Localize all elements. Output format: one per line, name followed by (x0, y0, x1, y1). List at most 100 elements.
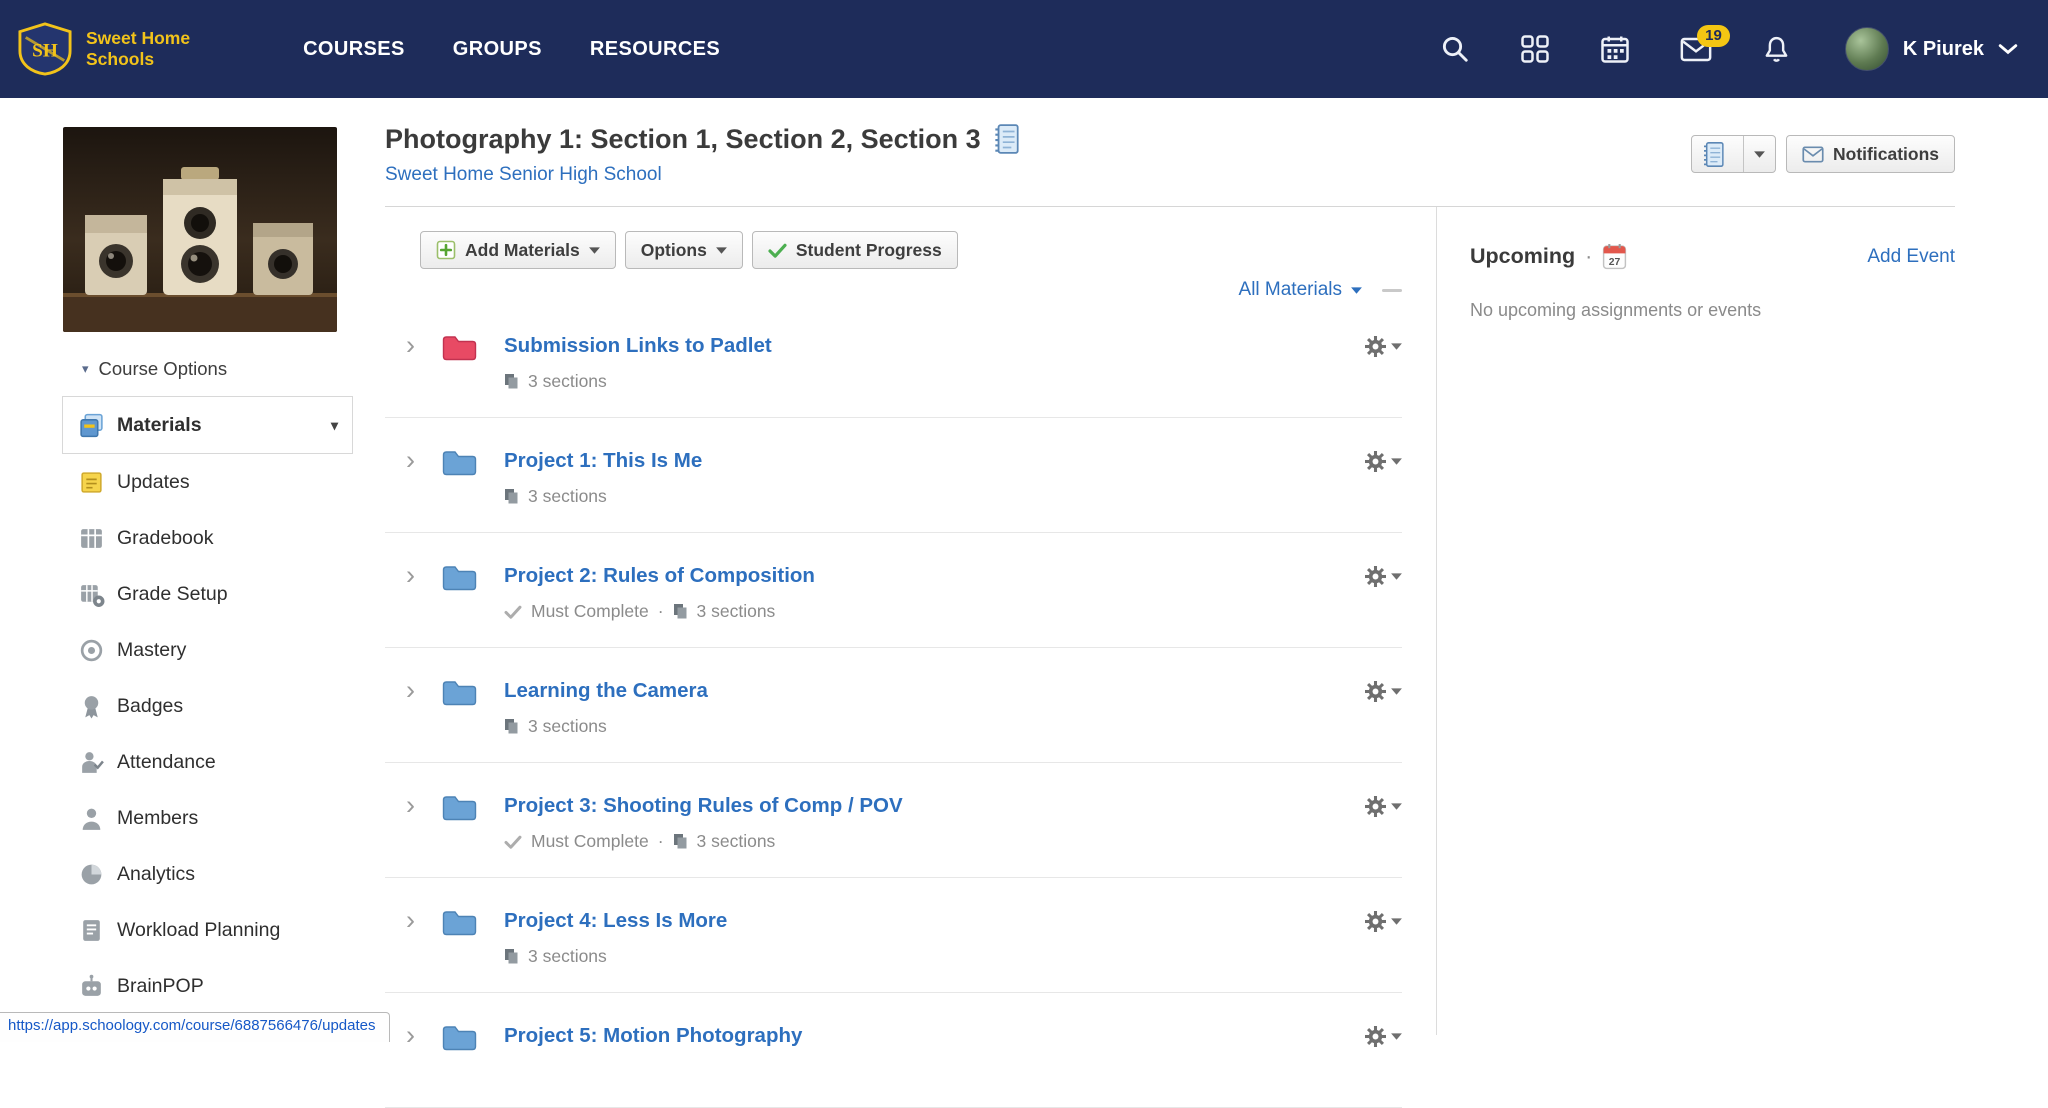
folder-meta: 3 sections (504, 716, 708, 737)
sidebar-item-materials[interactable]: Materials ▾ (62, 396, 353, 454)
sections-icon (504, 718, 519, 735)
sidebar-item-mastery[interactable]: Mastery (0, 622, 353, 678)
nav-courses[interactable]: COURSES (303, 38, 405, 61)
school-logo[interactable]: SH Sweet Home Schools (16, 22, 190, 76)
expand-chevron-icon[interactable]: › (406, 562, 430, 589)
expand-chevron-icon[interactable]: › (406, 1022, 430, 1049)
nav-resources[interactable]: RESOURCES (590, 38, 720, 61)
folder-options-gear-button[interactable] (1365, 911, 1402, 932)
folder-icon[interactable] (441, 793, 478, 823)
expand-chevron-icon[interactable]: › (406, 792, 430, 819)
notebook-icon (1692, 136, 1734, 172)
filter-row: All Materials (385, 277, 1402, 303)
title-separator: · (1585, 244, 1593, 268)
upcoming-empty-message: No upcoming assignments or events (1470, 300, 1762, 320)
folder-options-gear-button[interactable] (1365, 451, 1402, 472)
folder-icon[interactable] (441, 333, 478, 363)
page-head: Photography 1: Section 1, Section 2, Sec… (385, 98, 2048, 186)
sidebar-item-brainpop[interactable]: BrainPOP (0, 958, 353, 1014)
sidebar-item-members[interactable]: Members (0, 790, 353, 846)
sections-count: 3 sections (528, 716, 607, 736)
options-label: Options (640, 239, 707, 260)
messages-count-badge: 19 (1697, 24, 1730, 47)
folder-link[interactable]: Project 5: Motion Photography (504, 1023, 802, 1049)
badges-icon (78, 693, 105, 720)
folder-icon[interactable] (441, 563, 478, 593)
sidebar-item-attendance[interactable]: Attendance (0, 734, 353, 790)
sidebar-item-analytics[interactable]: Analytics (0, 846, 353, 902)
folder-icon[interactable] (441, 678, 478, 708)
folder-icon[interactable] (441, 1023, 478, 1053)
folder-row: › Project 5: Motion Photography (385, 993, 1402, 1108)
messages-icon[interactable]: 19 (1680, 24, 1730, 62)
search-icon[interactable] (1440, 34, 1470, 64)
folder-meta: 3 sections (504, 946, 727, 967)
course-options-button[interactable]: ▾ Course Options (82, 358, 353, 380)
course-notebook-icon[interactable] (993, 123, 1019, 155)
sidebar-item-badges[interactable]: Badges (0, 678, 353, 734)
updates-icon (78, 469, 105, 496)
folder-options-gear-button[interactable] (1365, 1026, 1402, 1047)
folder-meta: Must Complete · 3 sections (504, 601, 815, 622)
school-link[interactable]: Sweet Home Senior High School (385, 164, 662, 186)
folder-options-gear-button[interactable] (1365, 336, 1402, 357)
must-complete-label: Must Complete (531, 831, 649, 851)
all-materials-filter[interactable]: All Materials (1239, 279, 1362, 301)
sidebar-item-label: Members (117, 806, 199, 829)
folder-link[interactable]: Project 1: This Is Me (504, 448, 702, 474)
user-avatar[interactable] (1844, 27, 1889, 71)
svg-text:27: 27 (1609, 257, 1621, 268)
chevron-down-icon[interactable] (1743, 136, 1775, 172)
folder-link[interactable]: Learning the Camera (504, 678, 708, 704)
upcoming-calendar-icon[interactable]: 27 (1602, 243, 1627, 270)
main-nav: COURSES GROUPS RESOURCES (303, 38, 720, 61)
nav-groups[interactable]: GROUPS (453, 38, 542, 61)
sidebar-item-grade-setup[interactable]: Grade Setup (0, 566, 353, 622)
sidebar-item-label: Attendance (117, 750, 216, 773)
apps-grid-icon[interactable] (1520, 34, 1550, 64)
folder-options-gear-button[interactable] (1365, 796, 1402, 817)
folder-icon[interactable] (441, 908, 478, 938)
status-url: https://app.schoology.com/course/6887566… (8, 1017, 376, 1034)
student-progress-label: Student Progress (795, 239, 942, 260)
user-menu-chevron-icon[interactable] (1998, 43, 2018, 55)
add-event-link[interactable]: Add Event (1867, 246, 1955, 268)
options-button[interactable]: Options (624, 231, 743, 269)
must-complete-label: Must Complete (531, 601, 649, 621)
bell-icon[interactable] (1762, 34, 1791, 64)
folder-options-gear-button[interactable] (1365, 566, 1402, 587)
folder-link[interactable]: Submission Links to Padlet (504, 333, 772, 359)
materials-list: › Submission Links to Padlet 3 sections (385, 303, 1402, 1108)
sidebar-item-workload-planning[interactable]: Workload Planning (0, 902, 353, 958)
folder-link[interactable]: Project 4: Less Is More (504, 908, 727, 934)
upcoming-panel: Upcoming · 27 Add Event No upcoming assi… (1437, 207, 2048, 1035)
expand-chevron-icon[interactable]: › (406, 332, 430, 359)
folder-icon[interactable] (441, 448, 478, 478)
expand-chevron-icon[interactable]: › (406, 447, 430, 474)
folder-options-gear-button[interactable] (1365, 681, 1402, 702)
user-menu[interactable]: K Piurek (1844, 27, 2018, 71)
folder-row: › Submission Links to Padlet 3 sections (385, 303, 1402, 418)
sections-icon (673, 833, 688, 850)
chevron-down-icon (716, 247, 727, 254)
expand-chevron-icon[interactable]: › (406, 677, 430, 704)
add-materials-button[interactable]: Add Materials (420, 231, 616, 269)
main-content: Photography 1: Section 1, Section 2, Sec… (353, 98, 2048, 1108)
meta-separator: · (657, 831, 664, 851)
calendar-icon[interactable] (1600, 34, 1630, 64)
expand-chevron-icon[interactable]: › (406, 907, 430, 934)
sidebar-item-gradebook[interactable]: Gradebook (0, 510, 353, 566)
sidebar-item-label: Gradebook (117, 526, 214, 549)
sections-count: 3 sections (528, 946, 607, 966)
sidebar-item-updates[interactable]: Updates (0, 454, 353, 510)
grade-setup-icon (78, 581, 105, 608)
workload-planning-icon (78, 917, 105, 944)
materials-view-dropdown-button[interactable] (1691, 135, 1777, 173)
student-progress-button[interactable]: Student Progress (751, 231, 958, 269)
must-complete-check-icon (504, 605, 522, 619)
folder-link[interactable]: Project 3: Shooting Rules of Comp / POV (504, 793, 903, 819)
materials-icon (78, 412, 105, 439)
notifications-button[interactable]: Notifications (1786, 135, 1955, 173)
chevron-down-icon (1351, 287, 1362, 294)
folder-link[interactable]: Project 2: Rules of Composition (504, 563, 815, 589)
